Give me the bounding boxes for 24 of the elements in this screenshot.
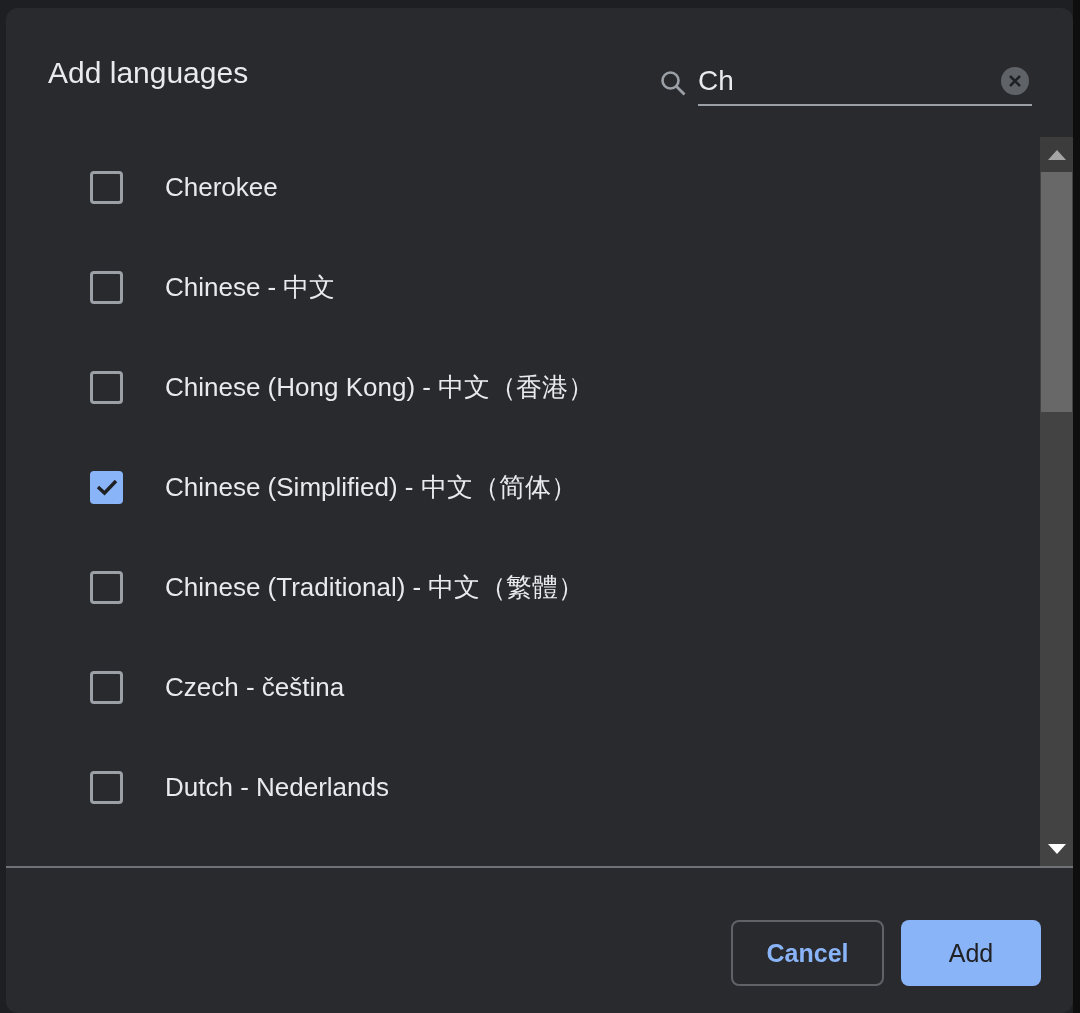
checkbox[interactable] bbox=[90, 470, 123, 504]
language-label: Chinese (Traditional) - 中文（繁體） bbox=[165, 570, 585, 604]
language-label: Chinese (Hong Kong) - 中文（香港） bbox=[165, 370, 595, 404]
checkbox[interactable] bbox=[90, 170, 123, 204]
arrow-down-icon[interactable] bbox=[1047, 843, 1066, 854]
language-label: Chinese - 中文 bbox=[165, 270, 336, 304]
scrollbar-thumb[interactable] bbox=[1041, 172, 1072, 412]
checkbox[interactable] bbox=[90, 670, 123, 704]
language-label: Cherokee bbox=[165, 171, 278, 203]
language-label: Dutch - Nederlands bbox=[165, 771, 389, 803]
language-label: Chinese (Simplified) - 中文（简体） bbox=[165, 470, 577, 504]
add-button[interactable]: Add bbox=[901, 920, 1041, 986]
scrollbar-track[interactable] bbox=[1040, 137, 1073, 866]
language-label: Czech - čeština bbox=[165, 671, 345, 703]
search-icon bbox=[660, 70, 686, 96]
close-icon[interactable] bbox=[1001, 67, 1029, 95]
arrow-up-icon[interactable] bbox=[1047, 149, 1066, 160]
checkbox[interactable] bbox=[90, 370, 123, 404]
dialog-title: Add languages bbox=[48, 56, 249, 90]
cancel-button[interactable]: Cancel bbox=[731, 920, 884, 986]
checkmark-icon bbox=[94, 477, 119, 497]
checkbox[interactable] bbox=[90, 570, 123, 604]
checkbox[interactable] bbox=[90, 770, 123, 804]
checkbox[interactable] bbox=[90, 270, 123, 304]
